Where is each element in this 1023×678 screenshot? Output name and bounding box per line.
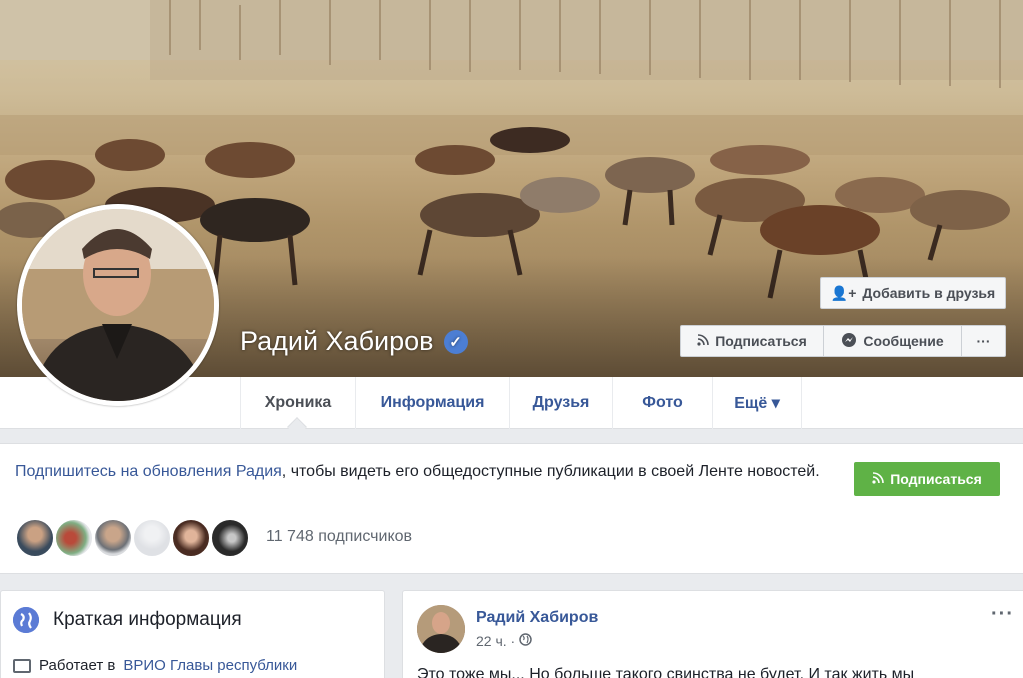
tab-label: Фото [642,394,683,411]
briefcase-icon [13,658,31,673]
post-meta: 22 ч. · [476,633,532,649]
follow-subscribe-button[interactable]: Подписаться [854,462,1000,496]
post-text: Это тоже мы... Но больше такого свинства… [417,666,915,678]
messenger-icon [841,332,857,351]
intro-card: Краткая информация Работает в ВРИО Главы… [0,590,385,678]
tab-label: Информация [380,394,485,411]
more-dots-icon: ··· [976,333,991,349]
follower-avatar[interactable] [210,518,250,558]
profile-avatar-image [22,209,214,401]
follow-prompt-rest: , чтобы видеть его общедоступные публика… [281,463,820,480]
tab-about[interactable]: Информация [355,377,509,429]
profile-name: Радий Хабиров [240,326,434,356]
profile-name-heading: Радий Хабиров ✓ [240,326,468,357]
globe-icon [13,607,39,633]
profile-action-group: Подписаться Сообщение ··· [680,325,1006,357]
follower-avatars [15,518,250,558]
add-friend-button[interactable]: 👤+ Добавить в друзья [820,277,1006,309]
public-globe-icon [519,633,532,649]
rss-icon [872,471,885,487]
follower-avatar[interactable] [54,518,94,558]
intro-title: Краткая информация [53,609,242,630]
follow-prompt-link[interactable]: Подпишитесь на обновления Радия [15,463,282,480]
intro-work-line: Работает в ВРИО Главы республики [13,657,297,674]
follower-avatar[interactable] [171,518,211,558]
message-label: Сообщение [863,333,944,349]
post-time[interactable]: 22 ч. · [476,633,515,649]
add-friend-label: Добавить в друзья [862,285,996,301]
subscribe-label: Подписаться [715,333,807,349]
follower-avatar[interactable] [15,518,55,558]
tab-label: Хроника [264,394,332,411]
profile-avatar[interactable] [17,204,219,406]
rss-icon [697,333,710,349]
verified-check-icon: ✓ [443,329,468,354]
works-link[interactable]: ВРИО Главы республики [123,657,297,674]
follower-count[interactable]: 11 748 подписчиков [266,528,412,546]
works-prefix: Работает в [39,657,116,674]
tab-more[interactable]: Ещё ▾ [712,377,802,429]
tab-label: Ещё ▾ [734,395,780,412]
more-options-button[interactable]: ··· [962,325,1006,357]
add-friend-icon: 👤+ [830,284,857,301]
post-options-button[interactable]: ··· [991,603,1014,626]
follower-avatar[interactable] [93,518,133,558]
post-author-avatar[interactable] [417,605,465,653]
post-author-name[interactable]: Радий Хабиров [476,609,598,627]
message-button[interactable]: Сообщение [824,325,962,357]
tab-label: Друзья [532,394,590,411]
subscribe-button[interactable]: Подписаться [680,325,824,357]
follow-prompt-text: Подпишитесь на обновления Радия, чтобы в… [15,460,835,483]
follow-banner: Подпишитесь на обновления Радия, чтобы в… [0,443,1023,574]
tab-friends[interactable]: Друзья [509,377,612,429]
follow-subscribe-label: Подписаться [890,471,982,487]
tab-photos[interactable]: Фото [612,377,712,429]
post-card: Радий Хабиров 22 ч. · ··· Это тоже мы...… [402,590,1023,678]
follower-avatar[interactable] [132,518,172,558]
